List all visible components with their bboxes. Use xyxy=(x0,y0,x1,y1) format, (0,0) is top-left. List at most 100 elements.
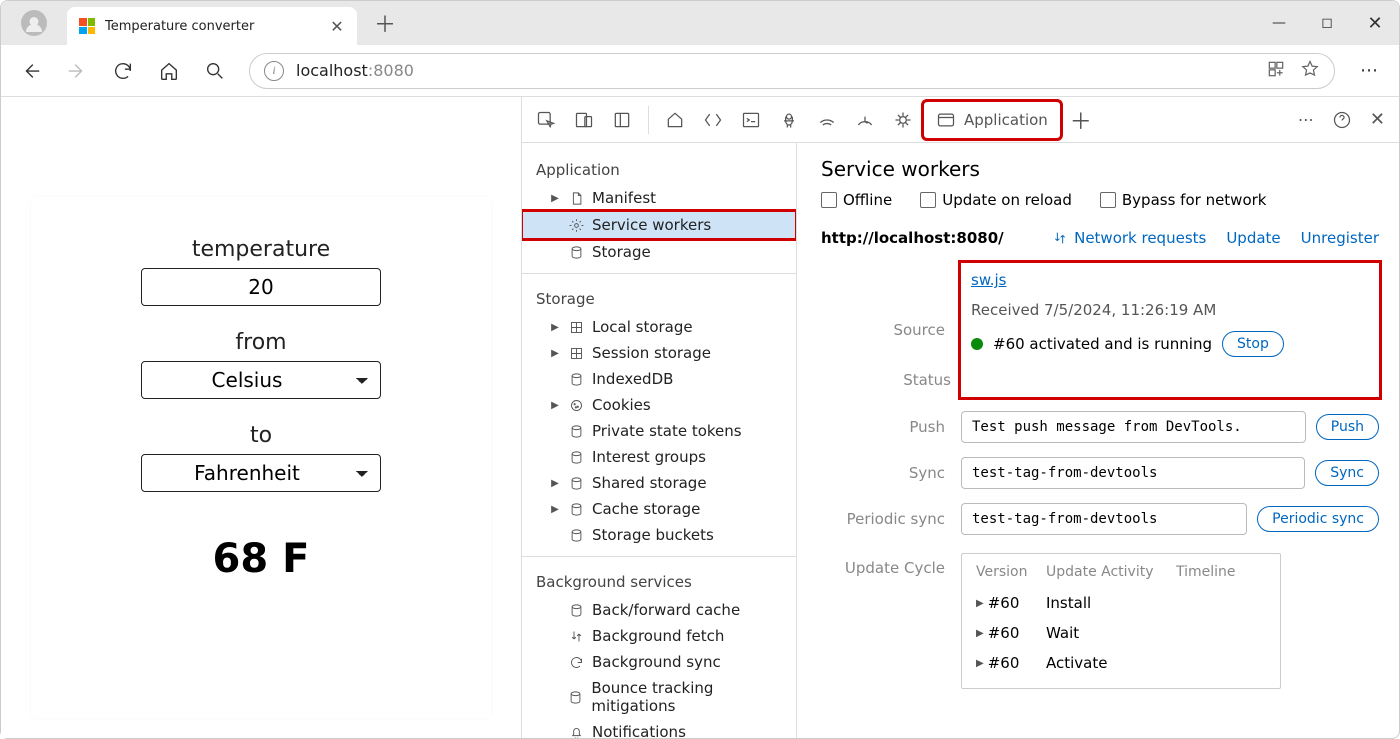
extensions-icon[interactable] xyxy=(1266,59,1286,83)
sidebar-item-private-tokens[interactable]: ▶Private state tokens xyxy=(522,418,796,444)
favicon-icon xyxy=(79,18,95,34)
grid-icon xyxy=(568,345,584,361)
inspect-icon[interactable] xyxy=(528,101,564,139)
tab-network-icon[interactable] xyxy=(809,101,845,139)
home-button[interactable] xyxy=(149,51,189,91)
sidebar-item-bg-fetch[interactable]: ▶Background fetch xyxy=(522,623,796,649)
devtools-sidebar[interactable]: Application ▶Manifest ▶Service workers ▶… xyxy=(522,143,797,738)
source-link[interactable]: sw.js xyxy=(971,271,1006,289)
tab-application-label: Application xyxy=(964,111,1048,129)
sidebar-item-storage-buckets[interactable]: ▶Storage buckets xyxy=(522,522,796,548)
favorites-icon[interactable] xyxy=(1300,59,1320,83)
file-icon xyxy=(568,190,584,206)
device-toggle-icon[interactable] xyxy=(566,101,602,139)
database-icon xyxy=(567,689,583,705)
stop-button[interactable]: Stop xyxy=(1222,331,1284,357)
sidebar-item-storage[interactable]: ▶Storage xyxy=(522,239,796,265)
window-close-button[interactable]: ✕ xyxy=(1351,1,1399,45)
tab-memory-icon[interactable] xyxy=(885,101,921,139)
label-sync: Sync xyxy=(831,464,961,482)
sidebar-item-bg-sync[interactable]: ▶Background sync xyxy=(522,649,796,675)
cycle-row[interactable]: ▶#60 Wait xyxy=(976,618,1266,648)
dock-icon[interactable] xyxy=(604,101,640,139)
tab-title: Temperature converter xyxy=(105,19,319,34)
sidebar-item-notifications[interactable]: ▶Notifications xyxy=(522,719,796,738)
devtools-help-icon[interactable] xyxy=(1324,101,1360,139)
label-push: Push xyxy=(831,418,961,436)
origin-text: http://localhost:8080/ xyxy=(821,229,1004,247)
window-maximize-button[interactable]: ◻ xyxy=(1303,1,1351,45)
add-tab-button[interactable]: ＋ xyxy=(1063,104,1099,136)
status-dot-icon xyxy=(971,338,983,350)
sidebar-item-label: Session storage xyxy=(592,344,711,362)
push-button[interactable]: Push xyxy=(1316,414,1379,440)
sidebar-item-shared-storage[interactable]: ▶Shared storage xyxy=(522,470,796,496)
checkbox-bypass[interactable]: Bypass for network xyxy=(1100,191,1267,209)
sync-button[interactable]: Sync xyxy=(1315,460,1379,486)
label-periodic-sync: Periodic sync xyxy=(831,510,961,528)
devtools-more-button[interactable]: ⋯ xyxy=(1290,101,1322,139)
back-button[interactable] xyxy=(11,51,51,91)
tab-welcome-icon[interactable] xyxy=(657,101,693,139)
sidebar-item-bfcache[interactable]: ▶Back/forward cache xyxy=(522,597,796,623)
periodic-sync-button[interactable]: Periodic sync xyxy=(1257,506,1379,532)
sidebar-section-application: Application xyxy=(522,153,796,185)
refresh-button[interactable] xyxy=(103,51,143,91)
window-titlebar: Temperature converter ✕ ＋ — ◻ ✕ xyxy=(1,1,1399,45)
window-minimize-button[interactable]: — xyxy=(1255,1,1303,45)
sync-icon xyxy=(568,654,584,670)
select-to[interactable]: Fahrenheit xyxy=(141,454,381,492)
database-icon xyxy=(568,527,584,543)
sidebar-item-cache-storage[interactable]: ▶Cache storage xyxy=(522,496,796,522)
devtools-close-button[interactable]: ✕ xyxy=(1362,101,1393,139)
network-requests-link[interactable]: Network requests xyxy=(1052,229,1206,247)
select-from[interactable]: Celsius xyxy=(141,361,381,399)
sidebar-item-label: Storage buckets xyxy=(592,526,714,544)
close-tab-button[interactable]: ✕ xyxy=(329,18,345,34)
sidebar-item-label: Cookies xyxy=(592,396,651,414)
unregister-link[interactable]: Unregister xyxy=(1301,229,1379,247)
checkbox-update-on-reload[interactable]: Update on reload xyxy=(920,191,1072,209)
sidebar-item-label: Service workers xyxy=(592,216,711,234)
tab-console-icon[interactable] xyxy=(733,101,769,139)
page-content: temperature from Celsius to Fahrenheit 6… xyxy=(1,97,521,738)
search-button[interactable] xyxy=(195,51,235,91)
label-from: from xyxy=(235,330,286,355)
update-link[interactable]: Update xyxy=(1226,229,1280,247)
sidebar-item-cookies[interactable]: ▶Cookies xyxy=(522,392,796,418)
new-tab-button[interactable]: ＋ xyxy=(369,7,401,39)
database-icon xyxy=(568,501,584,517)
arrows-icon xyxy=(568,628,584,644)
received-text: Received 7/5/2024, 11:26:19 AM xyxy=(971,301,1216,319)
cycle-row[interactable]: ▶#60 Install xyxy=(976,588,1266,618)
cycle-row[interactable]: ▶#60 Activate xyxy=(976,648,1266,678)
sidebar-item-session-storage[interactable]: ▶Session storage xyxy=(522,340,796,366)
sync-input[interactable] xyxy=(961,457,1305,489)
url-port: :8080 xyxy=(368,61,414,80)
grid-icon xyxy=(568,319,584,335)
sidebar-item-label: Local storage xyxy=(592,318,693,336)
profile-icon[interactable] xyxy=(21,10,47,36)
checkbox-label: Update on reload xyxy=(942,191,1072,209)
site-info-icon[interactable]: i xyxy=(264,61,284,81)
sidebar-item-indexeddb[interactable]: ▶IndexedDB xyxy=(522,366,796,392)
sidebar-item-interest-groups[interactable]: ▶Interest groups xyxy=(522,444,796,470)
sidebar-item-bounce[interactable]: ▶Bounce tracking mitigations xyxy=(522,675,796,719)
sidebar-item-manifest[interactable]: ▶Manifest xyxy=(522,185,796,211)
sidebar-item-service-workers[interactable]: ▶Service workers xyxy=(522,211,796,239)
browser-tab[interactable]: Temperature converter ✕ xyxy=(67,7,357,45)
address-bar[interactable]: i localhost:8080 xyxy=(249,53,1335,89)
browser-menu-button[interactable]: ⋯ xyxy=(1349,51,1389,91)
tab-sources-icon[interactable] xyxy=(771,101,807,139)
tab-application[interactable]: Application xyxy=(923,101,1061,139)
sidebar-item-local-storage[interactable]: ▶Local storage xyxy=(522,314,796,340)
push-input[interactable] xyxy=(961,411,1306,443)
tab-performance-icon[interactable] xyxy=(847,101,883,139)
input-temperature[interactable] xyxy=(141,268,381,306)
devtools-panel: Application ＋ ⋯ ✕ Application ▶Manifest … xyxy=(521,97,1399,738)
periodic-sync-input[interactable] xyxy=(961,503,1247,535)
tab-elements-icon[interactable] xyxy=(695,101,731,139)
sidebar-item-label: Private state tokens xyxy=(592,422,742,440)
checkbox-offline[interactable]: Offline xyxy=(821,191,892,209)
sidebar-item-label: Storage xyxy=(592,243,651,261)
